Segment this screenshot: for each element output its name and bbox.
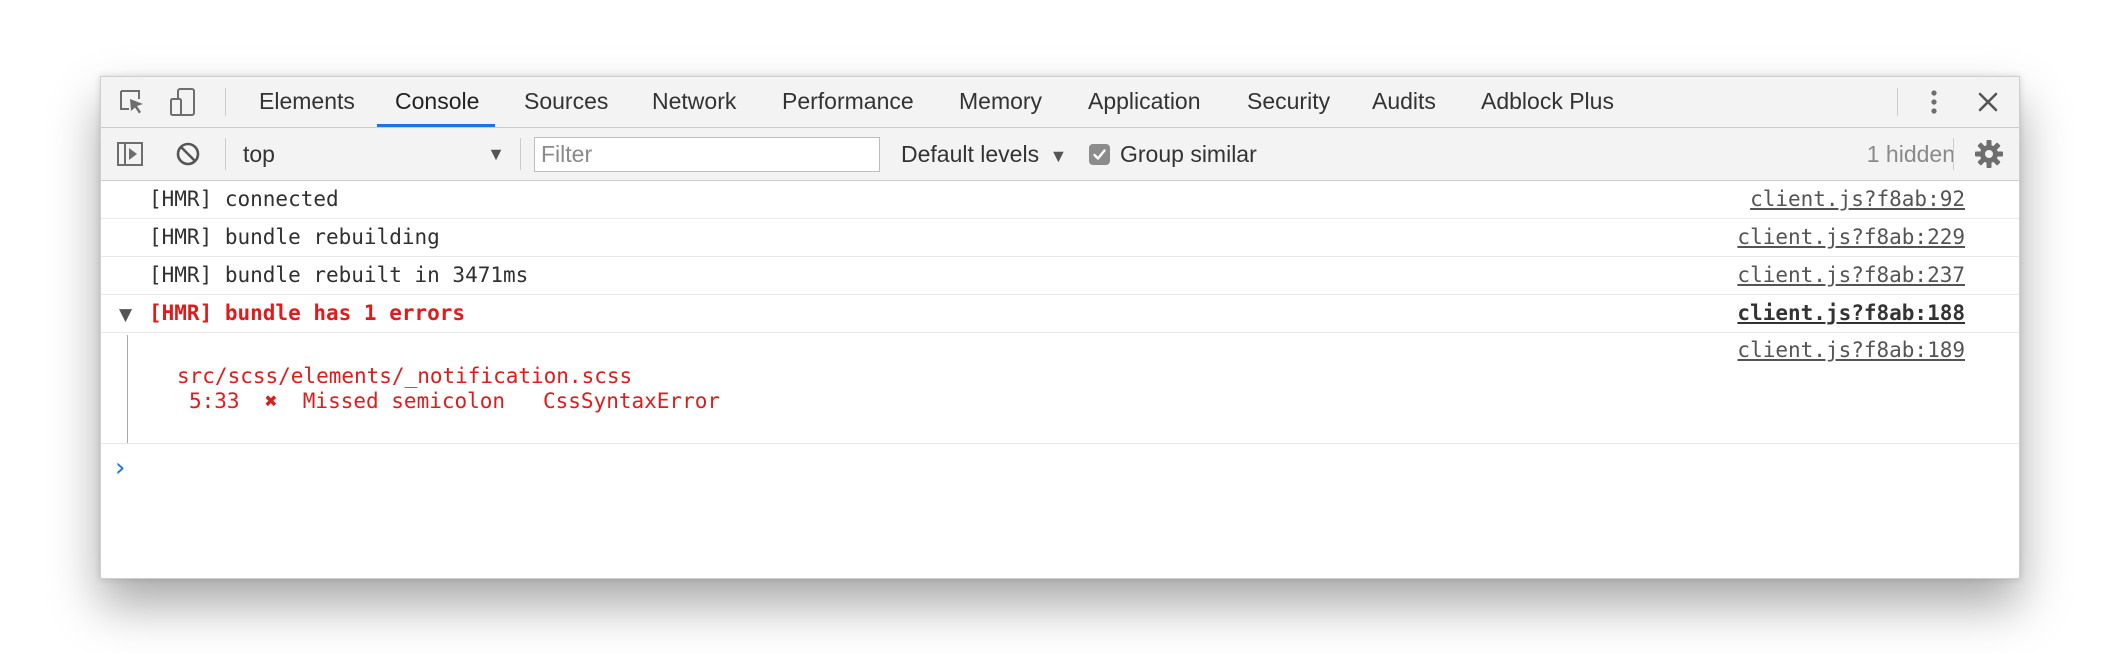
- tab-network[interactable]: Network: [652, 77, 736, 127]
- expand-triangle-icon[interactable]: ▼: [119, 305, 132, 325]
- error-group-title: [HMR] bundle has 1 errors: [149, 301, 466, 325]
- show-sidebar-icon[interactable]: [115, 139, 145, 169]
- console-message: [HMR] connected client.js?f8ab:92: [101, 181, 2019, 219]
- tab-security[interactable]: Security: [1247, 77, 1330, 127]
- console-message: [HMR] bundle rebuilt in 3471ms client.js…: [101, 257, 2019, 295]
- message-text: [HMR] bundle rebuilding: [149, 225, 440, 249]
- dropdown-arrow-icon: ▼: [487, 144, 505, 164]
- console-toolbar: top ▼ Default levels ▼ Group similar 1 h…: [101, 128, 2019, 181]
- more-vertical-icon[interactable]: [1919, 87, 1949, 117]
- console-message: [HMR] bundle rebuilding client.js?f8ab:2…: [101, 219, 2019, 257]
- tab-performance[interactable]: Performance: [782, 77, 914, 127]
- inspect-element-icon[interactable]: [117, 87, 147, 117]
- tab-memory[interactable]: Memory: [959, 77, 1042, 127]
- error-detail: 5:33 ✖ Missed semicolon CssSyntaxError: [189, 389, 721, 413]
- dropdown-arrow-icon: ▼: [1049, 146, 1068, 166]
- source-link[interactable]: client.js?f8ab:237: [1737, 263, 1965, 287]
- active-tab-indicator: [377, 124, 495, 127]
- context-selector[interactable]: top ▼: [243, 137, 505, 171]
- toolbar-separator-3: [1953, 138, 1954, 170]
- message-text: [HMR] connected: [149, 187, 339, 211]
- tab-audits[interactable]: Audits: [1372, 77, 1436, 127]
- devtools-window: Elements Console Sources Network Perform…: [100, 76, 2020, 579]
- tab-console[interactable]: Console: [395, 77, 479, 127]
- tab-elements[interactable]: Elements: [259, 77, 355, 127]
- close-icon[interactable]: [1973, 87, 2003, 117]
- console-error-group-body: client.js?f8ab:189 src/scss/elements/_no…: [101, 333, 2019, 444]
- devtools-tab-bar: Elements Console Sources Network Perform…: [101, 77, 2019, 128]
- source-link[interactable]: client.js?f8ab:188: [1737, 301, 1965, 325]
- filter-input[interactable]: [534, 137, 880, 172]
- tab-sources[interactable]: Sources: [524, 77, 608, 127]
- tabbar-separator: [225, 88, 226, 116]
- source-link[interactable]: client.js?f8ab:189: [1737, 338, 1965, 362]
- console-log: [HMR] connected client.js?f8ab:92 [HMR] …: [101, 181, 2019, 484]
- clear-console-icon[interactable]: [173, 139, 203, 169]
- source-link[interactable]: client.js?f8ab:229: [1737, 225, 1965, 249]
- group-indent-line: [127, 335, 128, 443]
- source-link[interactable]: client.js?f8ab:92: [1750, 187, 1965, 211]
- tab-adblock-plus[interactable]: Adblock Plus: [1481, 77, 1614, 127]
- context-value: top: [243, 141, 275, 167]
- log-levels-dropdown[interactable]: Default levels ▼: [901, 137, 1067, 171]
- group-similar-toggle[interactable]: Group similar: [1089, 137, 1257, 171]
- group-similar-checkbox[interactable]: [1089, 143, 1110, 165]
- error-file-path: src/scss/elements/_notification.scss: [177, 364, 633, 388]
- hidden-count: 1 hidden: [1866, 141, 1955, 167]
- console-error-group-header[interactable]: ▼ [HMR] bundle has 1 errors client.js?f8…: [101, 295, 2019, 333]
- tab-application[interactable]: Application: [1088, 77, 1201, 127]
- toolbar-separator-2: [520, 138, 521, 170]
- message-text: [HMR] bundle rebuilt in 3471ms: [149, 263, 529, 287]
- tabbar-right-separator: [1897, 88, 1898, 116]
- chevron-right-icon: ›: [115, 453, 126, 483]
- console-prompt[interactable]: ›: [101, 444, 2019, 484]
- device-toolbar-icon[interactable]: [169, 87, 199, 117]
- group-similar-label: Group similar: [1120, 140, 1257, 167]
- toolbar-separator: [225, 138, 226, 170]
- gear-icon[interactable]: [1973, 138, 2005, 170]
- levels-label: Default levels: [901, 141, 1040, 167]
